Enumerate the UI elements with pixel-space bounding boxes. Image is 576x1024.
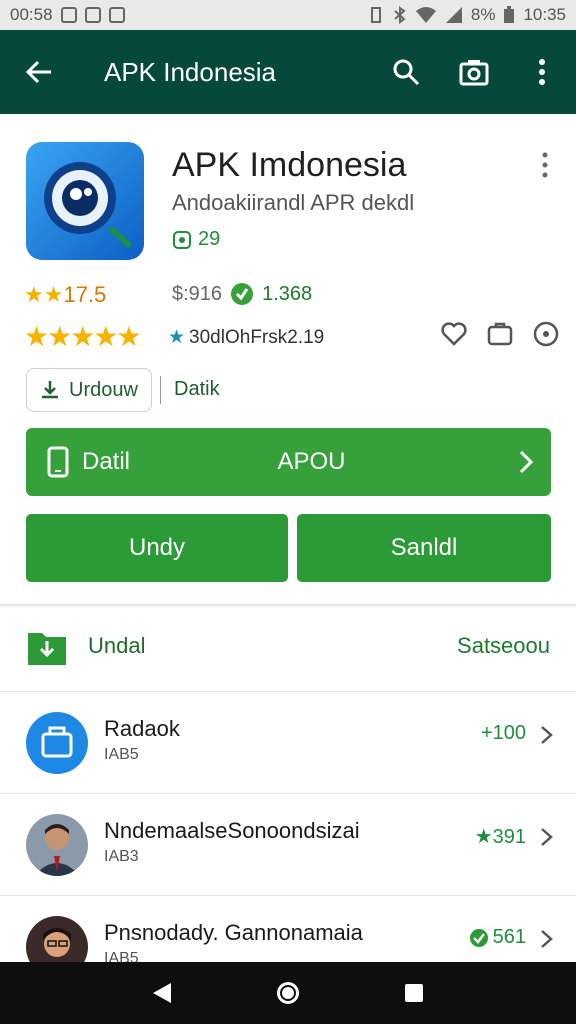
wifi-icon [415,7,436,23]
app-developer: Andoakiirandl APR dekdl [172,190,415,215]
review-count: 30dlOhFrsk2.19 [189,326,325,348]
section-header: Undal Satseoou [0,600,576,692]
app-bar: APK Indonesia [0,30,576,114]
list-item-sub: IAB3 [104,848,139,865]
image-notification-icon [108,7,125,23]
status-bar: 00:58 8% 10:35 [0,0,576,30]
list-item-sub: IAB5 [104,746,139,763]
system-nav-bar [0,962,576,1024]
status-clock: 10:35 [523,5,566,24]
back-button[interactable] [0,30,78,114]
star-rating: ★★★★★ [24,320,142,353]
share-icon [487,322,513,346]
chevron-right-icon [541,828,553,846]
section-title: Undal [88,632,146,658]
chevron-right-icon [541,726,553,744]
app-more-button[interactable] [534,150,556,180]
vibrate-icon [370,7,381,23]
list-item-value-text: 561 [492,926,526,948]
phone-icon [34,446,82,478]
app-size: 29 [198,228,221,250]
chevron-right-icon [501,450,551,474]
avatar [26,712,88,774]
divider [160,376,161,404]
recents-nav-button[interactable] [403,982,425,1004]
notification-icon [60,7,77,23]
app-size-row: 29 [172,228,220,251]
search-button[interactable] [372,30,440,114]
install-icon [42,381,58,399]
list-item-name: Radaok [104,716,180,741]
detail-link[interactable]: Datik [174,378,220,401]
price-value: $:916 [172,282,223,305]
search-icon [393,59,420,86]
status-time-left: 00:58 [10,5,53,24]
size-icon [173,230,191,249]
review-row: ★ 30dlOhFrsk2.19 [168,326,324,349]
download-count: 1.368 [262,282,313,305]
info-button[interactable] [532,320,560,348]
list-item-value: ★391 [474,826,526,848]
overflow-menu-button[interactable] [508,30,576,114]
info-icon [533,321,559,347]
install-chip[interactable]: Urdouw [26,368,152,412]
star-icon: ★★ [24,282,64,307]
camera-icon [459,60,489,86]
battery-icon [504,6,515,23]
verified-icon [469,928,488,947]
chevron-right-icon [541,930,553,948]
list-item-value: +100 [480,722,526,744]
wide-button-left-label: Datil [82,448,131,475]
heart-icon [441,322,467,346]
action-icons [440,320,560,348]
back-arrow-icon [25,60,51,84]
more-vert-icon [539,59,545,85]
download-folder-icon [28,632,66,665]
app-bar-title: APK Indonesia [104,56,277,87]
signal-icon [445,7,462,23]
right-action-button[interactable]: Sanldl [297,514,551,582]
app-logo [26,142,144,260]
list-item-name: Pnsnodady. Gannonamaia [104,920,363,945]
list-item-value: 561 [469,926,526,949]
price-row: $:916 1.368 [172,282,312,306]
notification-icon-2 [84,7,101,23]
chip-label: Urdouw [69,378,138,401]
avatar [26,814,88,876]
left-action-button[interactable]: Undy [26,514,288,582]
app-name: APK Imdonesia [172,146,407,184]
rating-stars: ★★★★★ [24,321,142,352]
rating-value: 17.5 [63,282,107,307]
share-button[interactable] [486,320,514,348]
rating-summary: ★★ 17.5 [24,282,106,308]
list-item[interactable]: Radaok IAB5 +100 [0,692,576,794]
section-see-all-link[interactable]: Satseoou [457,633,550,659]
wide-button-center-label: APOU [277,448,346,475]
battery-percent: 8% [470,5,496,24]
bluetooth-icon [394,6,406,24]
back-nav-button[interactable] [151,981,173,1005]
list-item[interactable]: NndemaalseSonoondsizai IAB3 ★391 [0,794,576,896]
star-outline-icon: ★ [168,327,186,348]
home-nav-button[interactable] [275,980,301,1006]
download-badge-icon [231,283,254,305]
wishlist-button[interactable] [440,320,468,348]
list-item-name: NndemaalseSonoondsizai [104,818,360,843]
camera-button[interactable] [440,30,508,114]
more-vert-icon [542,152,548,178]
primary-wide-button[interactable]: Datil APOU [26,428,551,496]
